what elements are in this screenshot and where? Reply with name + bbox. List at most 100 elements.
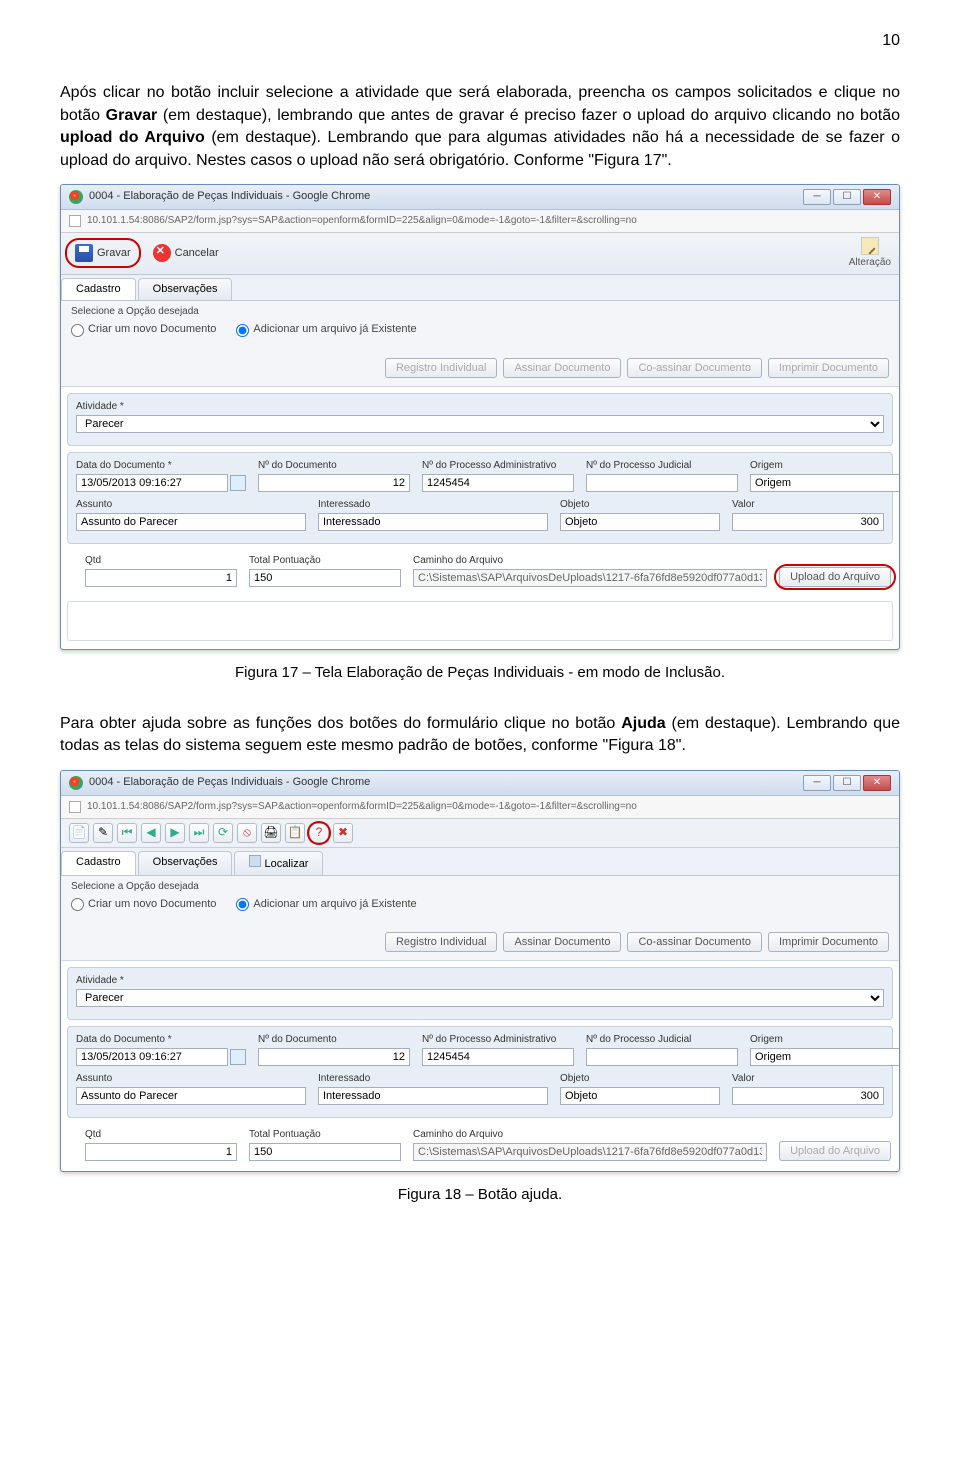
radio-criar-input-2[interactable] [71, 898, 84, 911]
tb-refresh-icon[interactable]: ⟳ [213, 823, 233, 843]
nprocj-label: Nº do Processo Judicial [586, 459, 738, 473]
assunto-field-2: Assunto [76, 1072, 306, 1105]
para2-b: Ajuda [621, 715, 665, 732]
tb-copy-icon[interactable]: 📋 [285, 823, 305, 843]
origem-field: Origem [750, 459, 900, 492]
tb-print-icon[interactable]: 🖨 [261, 823, 281, 843]
assinar-documento-button-2[interactable]: Assinar Documento [503, 932, 621, 952]
figure-17-window: 0004 - Elaboração de Peças Individuais -… [60, 184, 900, 650]
tb-help-icon[interactable]: ? [309, 823, 329, 843]
minimize-button[interactable]: ─ [803, 775, 831, 791]
radio-adicionar-existente[interactable]: Adicionar um arquivo já Existente [236, 322, 416, 337]
tabs-row-2: Cadastro Observações Localizar [61, 848, 899, 876]
tb-edit-icon[interactable]: ✎ [93, 823, 113, 843]
tab-cadastro-2[interactable]: Cadastro [61, 851, 136, 875]
figure-18-caption: Figura 18 – Botão ajuda. [60, 1184, 900, 1205]
imprimir-documento-button-2[interactable]: Imprimir Documento [768, 932, 889, 952]
cancelar-button[interactable]: Cancelar [147, 242, 225, 264]
radio-criar-novo[interactable]: Criar um novo Documento [71, 322, 216, 337]
atividade-select[interactable]: Parecer [76, 415, 884, 433]
nproca-input-2[interactable] [422, 1048, 574, 1066]
fields-panel: Data do Documento * Nº do Documento Nº d… [67, 452, 893, 544]
option-row-2: Criar um novo Documento Adicionar um arq… [71, 897, 889, 952]
imprimir-documento-button[interactable]: Imprimir Documento [768, 358, 889, 378]
tab-localizar-label: Localizar [264, 858, 308, 870]
gravar-button[interactable]: Gravar [69, 242, 137, 264]
tab-observacoes[interactable]: Observações [138, 278, 233, 300]
search-icon [249, 855, 261, 867]
tb-first-icon[interactable]: ⏮ [117, 823, 137, 843]
nproca-input[interactable] [422, 474, 574, 492]
totp-input-2[interactable] [249, 1143, 401, 1161]
tb-prev-icon[interactable]: ◀ [141, 823, 161, 843]
radio-adicionar-input-2[interactable] [236, 898, 249, 911]
cancelar-label: Cancelar [175, 246, 219, 261]
totp-input[interactable] [249, 569, 401, 587]
assunto-input-2[interactable] [76, 1087, 306, 1105]
radio-criar-input[interactable] [71, 324, 84, 337]
tab-observacoes-2[interactable]: Observações [138, 851, 233, 875]
calendar-icon[interactable] [230, 1049, 246, 1065]
window-buttons-2: ─ ☐ ✕ [803, 775, 891, 791]
qtd-input[interactable] [85, 569, 237, 587]
chrome-titlebar: 0004 - Elaboração de Peças Individuais -… [61, 185, 899, 210]
tb-next-icon[interactable]: ▶ [165, 823, 185, 843]
obj-input[interactable] [560, 513, 720, 531]
radio-adicionar-existente-2[interactable]: Adicionar um arquivo já Existente [236, 897, 416, 912]
caminho-input-2[interactable] [413, 1143, 767, 1161]
tb-delete-icon[interactable]: ✖ [333, 823, 353, 843]
window-title-2: 0004 - Elaboração de Peças Individuais -… [89, 775, 370, 790]
nprocj-input-2[interactable] [586, 1048, 738, 1066]
close-button[interactable]: ✕ [863, 189, 891, 205]
close-button[interactable]: ✕ [863, 775, 891, 791]
registro-individual-button[interactable]: Registro Individual [385, 358, 498, 378]
assunto-field: Assunto [76, 498, 306, 531]
page-number: 10 [60, 30, 900, 52]
tab-localizar[interactable]: Localizar [234, 851, 323, 875]
minimize-button[interactable]: ─ [803, 189, 831, 205]
caminho-label: Caminho do Arquivo [413, 554, 767, 568]
upload-arquivo-button[interactable]: Upload do Arquivo [779, 567, 891, 587]
tab-cadastro[interactable]: Cadastro [61, 278, 136, 300]
maximize-button[interactable]: ☐ [833, 189, 861, 205]
registro-individual-button-2[interactable]: Registro Individual [385, 932, 498, 952]
tb-stop-icon[interactable]: ⦸ [237, 823, 257, 843]
assunto-input[interactable] [76, 513, 306, 531]
maximize-button[interactable]: ☐ [833, 775, 861, 791]
qtd-field: Qtd [85, 554, 237, 587]
data-input-2[interactable] [76, 1048, 228, 1066]
upload-arquivo-button-2[interactable]: Upload do Arquivo [779, 1141, 891, 1161]
atividade-panel-2: Atividade * Parecer [67, 967, 893, 1020]
assunto-label-2: Assunto [76, 1072, 306, 1086]
highlight-circle [307, 821, 331, 845]
inter-input[interactable] [318, 513, 548, 531]
coassinar-documento-button[interactable]: Co-assinar Documento [627, 358, 762, 378]
nprocj-input[interactable] [586, 474, 738, 492]
radio-adicionar-input[interactable] [236, 324, 249, 337]
chrome-icon [69, 776, 83, 790]
save-icon [75, 244, 93, 262]
atividade-select-2[interactable]: Parecer [76, 989, 884, 1007]
assinar-documento-button[interactable]: Assinar Documento [503, 358, 621, 378]
caminho-input[interactable] [413, 569, 767, 587]
origem-input-2[interactable] [750, 1048, 900, 1066]
inter-input-2[interactable] [318, 1087, 548, 1105]
valor-input-2[interactable] [732, 1087, 884, 1105]
origem-input[interactable] [750, 474, 900, 492]
obj-input-2[interactable] [560, 1087, 720, 1105]
ndoc-input[interactable] [258, 474, 410, 492]
qtd-input-2[interactable] [85, 1143, 237, 1161]
nproc-admin-field: Nº do Processo Administrativo [422, 459, 574, 492]
data-label: Data do Documento * [76, 459, 246, 473]
tb-last-icon[interactable]: ⏭ [189, 823, 209, 843]
interessado-field: Interessado [318, 498, 548, 531]
ndoc-input-2[interactable] [258, 1048, 410, 1066]
data-input[interactable] [76, 474, 228, 492]
radio-criar-novo-2[interactable]: Criar um novo Documento [71, 897, 216, 912]
calendar-icon[interactable] [230, 475, 246, 491]
coassinar-documento-button-2[interactable]: Co-assinar Documento [627, 932, 762, 952]
radio-criar-label-2: Criar um novo Documento [88, 897, 216, 912]
tb-new-icon[interactable]: 📄 [69, 823, 89, 843]
para1-b2: upload do Arquivo [60, 129, 205, 146]
valor-input[interactable] [732, 513, 884, 531]
